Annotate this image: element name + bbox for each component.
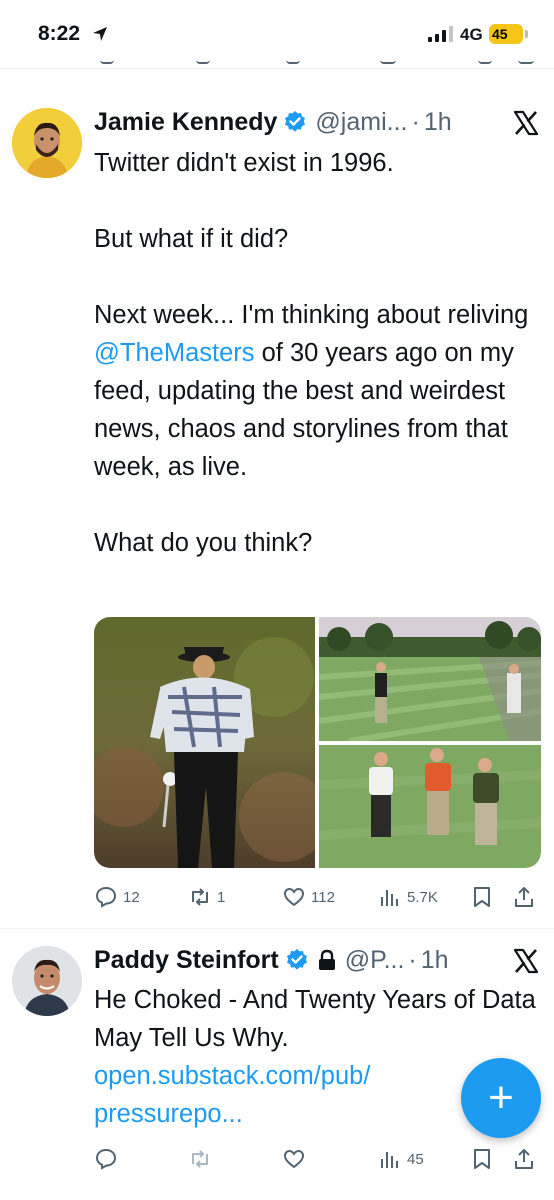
tweet-header: Paddy Steinfort @P... · 1h (94, 943, 542, 977)
verified-badge-icon (286, 949, 307, 970)
verified-badge-icon (285, 111, 306, 132)
photo-fairway-swing[interactable] (319, 617, 541, 741)
tweet-time[interactable]: 1h (421, 946, 449, 975)
reply-icon (95, 1148, 117, 1170)
photo-golfer-walking[interactable] (94, 617, 315, 868)
bookmark-icon (474, 887, 490, 907)
tweet-text-part: He Choked - And Twenty Years of Data May… (94, 986, 536, 1052)
tweet-paddy-steinfort[interactable]: Paddy Steinfort @P... · 1h He Choked - A… (0, 930, 554, 1200)
tweet-text-part: Twitter didn't exist in 1996. But what i… (94, 149, 529, 329)
tweet-header: Jamie Kennedy @jami... · 1h (94, 105, 542, 139)
x-logo-icon[interactable] (512, 947, 540, 975)
tweet-actions: 45 (94, 1144, 542, 1174)
bookmark-button[interactable] (470, 882, 494, 912)
views-icon (381, 890, 398, 906)
share-icon (515, 1149, 533, 1169)
avatar[interactable] (12, 946, 82, 1016)
repost-icon (192, 1150, 208, 1168)
author-name[interactable]: Jamie Kennedy (94, 108, 277, 137)
avatar[interactable] (12, 108, 82, 178)
separator-dot: · (408, 945, 417, 974)
divider (0, 928, 554, 929)
tweet-text: Twitter didn't exist in 1996. But what i… (94, 144, 542, 562)
like-button[interactable]: 112 (282, 882, 335, 912)
repost-button[interactable] (188, 1144, 212, 1174)
repost-icon (192, 888, 208, 906)
repost-count: 1 (217, 888, 226, 906)
author-handle[interactable]: @P... (345, 946, 405, 975)
views-icon (381, 1152, 398, 1168)
author-handle[interactable]: @jami... (315, 108, 407, 137)
reply-count: 12 (123, 888, 140, 906)
views-button[interactable]: 45 (378, 1144, 424, 1174)
reply-button[interactable] (94, 1144, 118, 1174)
tweet-actions: 12 1 112 5.7K (94, 882, 542, 912)
like-button[interactable] (282, 1144, 306, 1174)
mention-link[interactable]: @TheMasters (94, 339, 255, 367)
x-logo-icon[interactable] (512, 109, 540, 137)
tweet-jamie-kennedy[interactable]: Jamie Kennedy @jami... · 1h Twitter didn… (0, 0, 554, 930)
like-icon (283, 887, 305, 907)
view-count: 5.7K (407, 888, 438, 906)
tweet-time[interactable]: 1h (424, 108, 452, 137)
share-button[interactable] (512, 1144, 536, 1174)
view-count: 45 (407, 1150, 424, 1168)
reply-icon (95, 886, 117, 908)
like-icon (283, 1149, 305, 1169)
reply-button[interactable]: 12 (94, 882, 140, 912)
share-button[interactable] (512, 882, 536, 912)
separator-dot: · (411, 107, 420, 136)
compose-button[interactable]: + (461, 1058, 541, 1138)
author-name[interactable]: Paddy Steinfort (94, 946, 279, 975)
photo-three-golfers[interactable] (319, 745, 541, 868)
bookmark-icon (474, 1149, 490, 1169)
bookmark-button[interactable] (470, 1144, 494, 1174)
compose-icon: + (488, 1073, 514, 1122)
repost-button[interactable]: 1 (188, 882, 225, 912)
lock-icon (318, 949, 335, 970)
share-icon (515, 887, 533, 907)
tweet-text-part: of 30 years ago on my feed, updating the… (94, 339, 514, 557)
views-button[interactable]: 5.7K (378, 882, 438, 912)
external-link[interactable]: open.substack.com/pub/ pressurepo... (94, 1062, 370, 1128)
like-count: 112 (311, 888, 335, 906)
media-grid[interactable] (94, 617, 541, 868)
